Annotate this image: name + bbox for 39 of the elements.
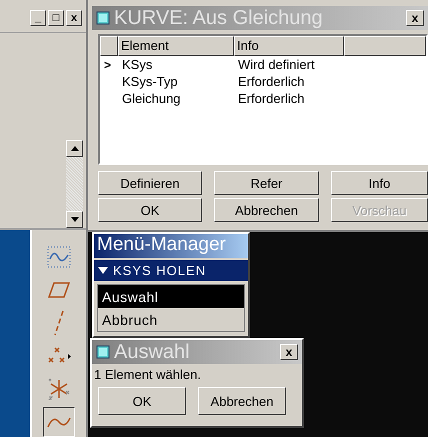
dialog-button[interactable]: Info (331, 171, 428, 195)
dialog-button[interactable]: Abbrechen (198, 387, 286, 415)
cube-icon (96, 345, 110, 359)
dialog-button[interactable]: Definieren (98, 171, 202, 195)
coordinate-system-icon (48, 378, 70, 400)
menu-title: Menü-Manager (94, 234, 248, 258)
element-cell-text: KSys-Typ (121, 74, 179, 89)
current-marker: > (103, 58, 112, 72)
points-icon (47, 347, 71, 365)
window-control[interactable]: _ (30, 10, 46, 26)
window-control[interactable]: x (66, 10, 82, 26)
dialog-title: KURVE: Aus Gleichung (114, 6, 324, 30)
toolbar-button[interactable] (43, 407, 75, 437)
parallelogram-icon (48, 282, 70, 298)
dialog-button[interactable]: OK (98, 198, 202, 222)
cube-icon (96, 11, 110, 25)
dialog-button[interactable]: Refer (214, 171, 319, 195)
scrollbar[interactable] (66, 140, 83, 228)
menu-section[interactable]: KSYS HOLEN (94, 260, 248, 281)
dialog-title: Auswahl (114, 340, 191, 364)
wave-icon (47, 246, 71, 268)
element-cell-text: KSys (121, 57, 154, 72)
window-control[interactable]: □ (48, 10, 64, 26)
menu-item[interactable]: Auswahl (98, 285, 244, 308)
column-header[interactable]: Info (234, 36, 344, 56)
element-cell-text: Gleichung (121, 91, 182, 106)
dialog-button[interactable]: OK (98, 387, 186, 415)
dialog-button[interactable]: Abbrechen (214, 198, 319, 222)
close-button[interactable]: x (406, 10, 424, 26)
scroll-down-icon (70, 217, 78, 222)
info-cell-text: Wird definiert (237, 57, 316, 72)
prompt-text: 1 Element wählen. (93, 366, 202, 384)
info-cell-text: Erforderlich (237, 74, 306, 89)
column-header[interactable]: Element (118, 36, 234, 56)
info-cell-text: Erforderlich (237, 91, 306, 106)
scroll-up-icon (70, 146, 78, 151)
close-button[interactable]: x (280, 344, 298, 360)
triangle-icon (98, 267, 108, 274)
dashed-line-icon (53, 310, 65, 336)
